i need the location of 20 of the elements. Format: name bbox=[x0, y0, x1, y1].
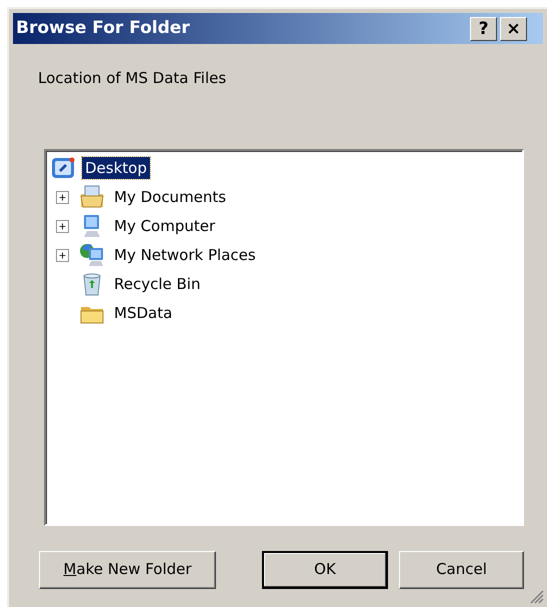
resize-grip-icon[interactable] bbox=[528, 588, 544, 604]
window-title: Browse For Folder bbox=[16, 16, 190, 40]
tree-item[interactable]: MSData bbox=[111, 302, 176, 324]
expand-icon[interactable] bbox=[56, 190, 69, 204]
tree-item[interactable]: Desktop bbox=[82, 156, 150, 180]
help-button[interactable]: ? bbox=[470, 16, 497, 40]
expand-icon[interactable] bbox=[56, 220, 69, 232]
expand-icon[interactable] bbox=[56, 248, 69, 262]
close-button[interactable]: × bbox=[500, 16, 527, 40]
tree-item[interactable]: My Computer bbox=[111, 214, 218, 238]
tree-item[interactable]: My Network Places bbox=[111, 244, 259, 266]
network-computer-icon bbox=[79, 242, 105, 268]
documents-folder-icon bbox=[79, 184, 105, 210]
make-new-folder-button[interactable]: Make New Folder bbox=[39, 550, 216, 588]
tree-item[interactable]: Recycle Bin bbox=[111, 272, 204, 296]
tree-item[interactable]: My Documents bbox=[111, 186, 230, 208]
prompt-text: Location of MS Data Files bbox=[38, 68, 228, 89]
ok-button[interactable]: OK bbox=[262, 550, 388, 588]
cancel-button[interactable]: Cancel bbox=[399, 550, 524, 588]
desktop-icon bbox=[50, 155, 76, 181]
